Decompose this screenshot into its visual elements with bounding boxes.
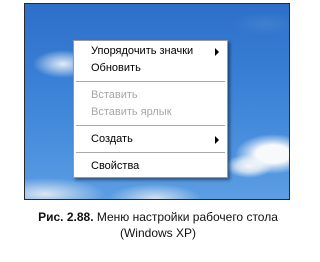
menu-item-properties[interactable]: Свойства xyxy=(74,158,227,175)
figure-caption-line1: Рис. 2.88. Меню настройки рабочего стола xyxy=(0,209,316,225)
menu-item-paste: Вставить xyxy=(74,87,227,104)
menu-item-refresh[interactable]: Обновить xyxy=(74,60,227,77)
desktop-context-menu: Упорядочить значки Обновить Вставить Вст… xyxy=(73,40,228,178)
figure-caption-line2: (Windows XP) xyxy=(119,226,196,240)
chevron-right-icon xyxy=(215,136,219,144)
menu-item-arrange-icons-label: Упорядочить значки xyxy=(91,45,194,57)
menu-item-new-label: Создать xyxy=(91,133,133,145)
menu-item-new[interactable]: Создать xyxy=(74,131,227,148)
menu-item-paste-shortcut-label: Вставить ярлык xyxy=(91,106,172,118)
chevron-right-icon xyxy=(215,48,219,56)
menu-item-properties-label: Свойства xyxy=(91,160,140,172)
screenshot-frame: Упорядочить значки Обновить Вставить Вст… xyxy=(24,3,290,200)
menu-item-refresh-label: Обновить xyxy=(91,62,141,74)
figure-caption: Рис. 2.88. Меню настройки рабочего стола… xyxy=(0,209,316,241)
menu-separator xyxy=(76,81,225,82)
figure-caption-text: Меню настройки рабочего стола xyxy=(93,210,278,224)
menu-item-paste-shortcut: Вставить ярлык xyxy=(74,104,227,121)
figure-caption-label: Рис. 2.88. xyxy=(38,210,94,224)
menu-separator xyxy=(76,152,225,153)
menu-item-arrange-icons[interactable]: Упорядочить значки xyxy=(74,43,227,60)
menu-item-paste-label: Вставить xyxy=(91,89,138,101)
menu-separator xyxy=(76,125,225,126)
